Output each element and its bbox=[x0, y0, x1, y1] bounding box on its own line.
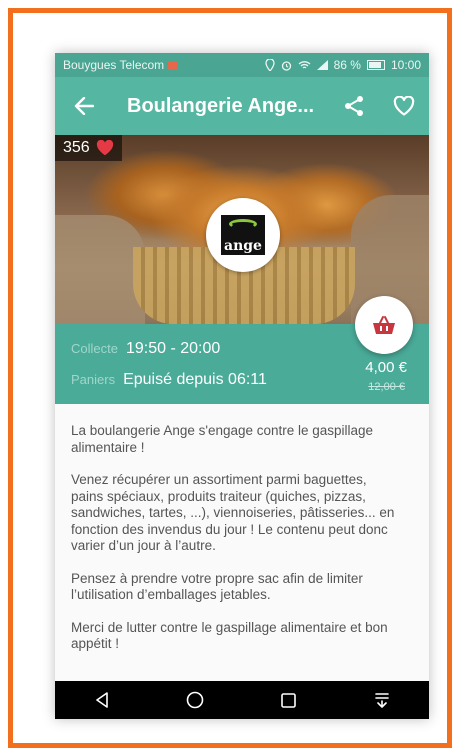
heart-outline-icon bbox=[393, 96, 415, 116]
description-paragraph: Pensez à prendre votre propre sac afin d… bbox=[71, 570, 363, 603]
back-triangle-icon bbox=[95, 692, 108, 708]
android-nav-bar bbox=[55, 681, 429, 719]
collect-row: Collecte 19:50 - 20:00 bbox=[71, 340, 220, 358]
page-title: Boulangerie Ange... bbox=[127, 94, 315, 117]
likes-count: 356 bbox=[63, 139, 90, 156]
description-paragraph: La boulangerie Ange s'engage contre le g… bbox=[71, 423, 374, 455]
phone-screen: Bouygues Telecom 86 % 10:00 Boulangerie … bbox=[55, 53, 429, 719]
app-bar: Boulangerie Ange... bbox=[55, 77, 429, 135]
cloth-left bbox=[55, 215, 145, 324]
favorite-button[interactable] bbox=[379, 77, 429, 135]
baskets-row: Paniers Epuisé depuis 06:11 bbox=[71, 371, 267, 389]
recents-square-icon bbox=[281, 692, 297, 708]
price: 4,00 € bbox=[365, 359, 407, 376]
logo-swoosh-icon bbox=[229, 219, 257, 229]
clock: 10:00 bbox=[390, 58, 421, 72]
add-to-cart-button[interactable] bbox=[355, 296, 413, 354]
status-right: 86 % 10:00 bbox=[264, 58, 421, 72]
heart-icon bbox=[96, 140, 113, 156]
description-paragraph: Merci de lutter contre le gaspillage ali… bbox=[71, 619, 388, 652]
basket-icon bbox=[373, 316, 395, 334]
share-button[interactable] bbox=[329, 77, 379, 135]
logo-badge: ange bbox=[221, 215, 265, 255]
notifications-icon bbox=[375, 693, 390, 708]
collect-value: 19:50 - 20:00 bbox=[125, 340, 221, 357]
battery-percent: 86 % bbox=[333, 58, 361, 72]
nav-notifications-button[interactable] bbox=[362, 681, 402, 719]
store-logo: ange bbox=[206, 198, 280, 272]
share-icon bbox=[345, 96, 363, 116]
alarm-icon bbox=[281, 60, 291, 71]
notification-icon bbox=[168, 60, 178, 70]
collect-label: Collecte bbox=[71, 341, 118, 356]
carrier-label: Bouygues Telecom bbox=[63, 58, 165, 72]
home-circle-icon bbox=[186, 691, 204, 709]
battery-icon bbox=[366, 60, 385, 70]
back-button[interactable] bbox=[55, 77, 113, 135]
baskets-label: Paniers bbox=[71, 372, 116, 387]
baskets-value: Epuisé depuis 06:11 bbox=[123, 371, 267, 388]
status-left: Bouygues Telecom bbox=[63, 58, 178, 72]
hero-image: 356 ange bbox=[55, 135, 429, 324]
wifi-icon bbox=[298, 61, 311, 69]
description-paragraph: Venez récupérer un assortiment parmi bag… bbox=[71, 472, 395, 553]
description: La boulangerie Ange s'engage contre le g… bbox=[71, 423, 401, 669]
nav-back-button[interactable] bbox=[82, 681, 122, 719]
arrow-left-icon bbox=[74, 97, 94, 115]
nav-home-button[interactable] bbox=[175, 681, 215, 719]
status-bar: Bouygues Telecom 86 % 10:00 bbox=[55, 53, 429, 77]
nav-recents-button[interactable] bbox=[269, 681, 309, 719]
logo-text: ange bbox=[224, 238, 262, 254]
likes-badge: 356 bbox=[55, 135, 122, 161]
old-price: 12,00 € bbox=[368, 381, 405, 393]
location-icon bbox=[264, 59, 275, 71]
signal-icon bbox=[316, 60, 328, 70]
